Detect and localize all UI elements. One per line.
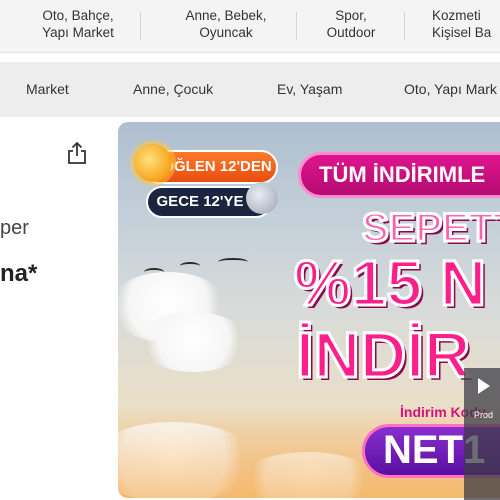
product-brand-text: per	[0, 217, 29, 239]
category-line2: Outdoor	[326, 25, 376, 40]
promo-banner[interactable]: ÖĞLEN 12'DEN GECE 12'YE TÜM İNDİRIMLE SE…	[118, 122, 500, 498]
sun-icon	[134, 144, 172, 182]
top-category-bar: Oto, Bahçe, Yapı Market Anne, Bebek, Oyu…	[0, 0, 500, 53]
nav-item-ev-yasam[interactable]: Ev, Yaşam	[277, 81, 342, 97]
cloud-image	[138, 312, 248, 372]
share-icon[interactable]	[66, 141, 88, 165]
bird-icon	[180, 262, 200, 270]
category-line1: Spor,	[335, 8, 367, 23]
category-divider	[404, 12, 405, 40]
category-line2: Yapı Market	[42, 25, 114, 40]
category-line1: Kozmeti	[432, 8, 481, 23]
play-icon[interactable]	[478, 378, 490, 394]
category-line1: Anne, Bebek,	[185, 8, 267, 23]
headline-pill: TÜM İNDİRIMLE	[298, 152, 500, 198]
discount-text: İNDİR	[294, 318, 471, 393]
category-oto-bahce[interactable]: Oto, Bahçe, Yapı Market	[30, 7, 126, 41]
bird-icon	[144, 268, 164, 276]
bird-icon	[218, 258, 248, 266]
nav-item-anne-cocuk[interactable]: Anne, Çocuk	[133, 81, 213, 97]
basket-text: SEPETT	[361, 205, 500, 252]
main-nav: Market Anne, Çocuk Ev, Yaşam Oto, Yapı M…	[0, 62, 500, 117]
product-title-text: na*	[0, 260, 38, 287]
category-kozmetik[interactable]: Kozmeti Kişisel Ba	[428, 7, 500, 41]
moon-icon	[246, 182, 278, 214]
side-panel-caption: Prod	[474, 410, 494, 420]
category-line2: Kişisel Ba	[432, 25, 492, 40]
category-spor[interactable]: Spor, Outdoor	[314, 7, 388, 41]
nav-item-oto-yapi-market[interactable]: Oto, Yapı Mark	[404, 81, 497, 97]
category-anne-bebek[interactable]: Anne, Bebek, Oyuncak	[170, 7, 282, 41]
category-divider	[140, 12, 141, 40]
nav-item-market[interactable]: Market	[26, 81, 69, 97]
category-line1: Oto, Bahçe,	[42, 8, 114, 23]
category-line2: Oyuncak	[199, 25, 253, 40]
percent-text: %15 N	[292, 246, 487, 321]
category-divider	[296, 12, 297, 40]
